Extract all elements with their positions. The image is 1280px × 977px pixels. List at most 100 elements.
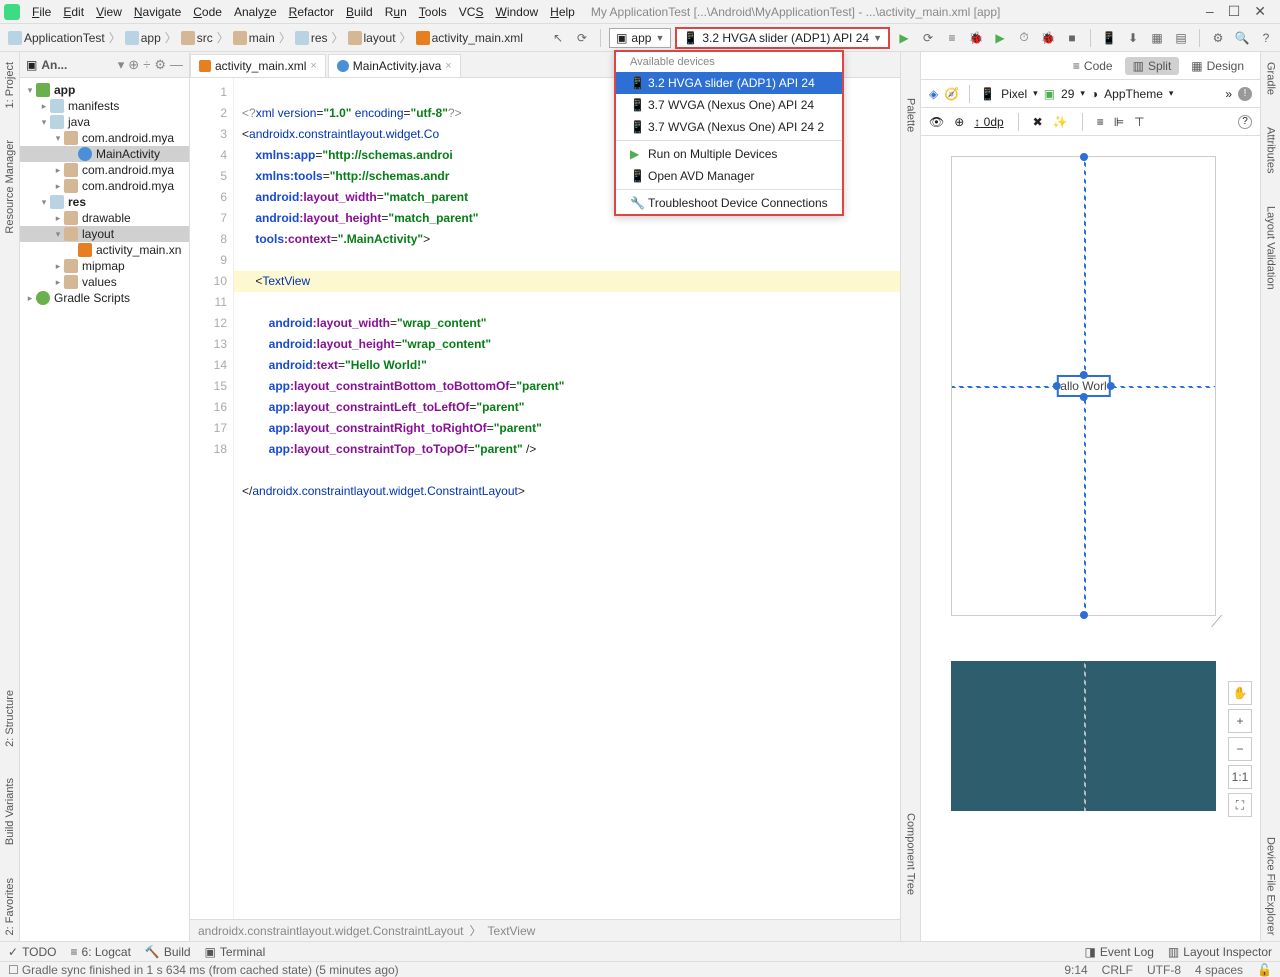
apply-changes-icon[interactable]: ⟳	[918, 28, 938, 48]
indent-setting[interactable]: 4 spaces	[1195, 963, 1243, 977]
help-icon[interactable]: ?	[1256, 28, 1276, 48]
todo-tab[interactable]: ✓TODO	[8, 945, 57, 959]
zoom-in-button[interactable]: +	[1228, 709, 1252, 733]
resource-manager-icon[interactable]: ▦	[1147, 28, 1167, 48]
target-icon[interactable]: ⊕	[128, 57, 139, 73]
locale-icon[interactable]: »	[1225, 87, 1232, 101]
zoom-out-button[interactable]: −	[1228, 737, 1252, 761]
infer-constraints-icon[interactable]: ✨	[1053, 115, 1068, 129]
menu-refactor[interactable]: Refactor	[283, 3, 340, 21]
orientation-icon[interactable]: 🧭	[944, 87, 959, 101]
warnings-icon[interactable]: !	[1238, 87, 1252, 101]
nav-back-icon[interactable]: ↖	[548, 28, 568, 48]
tool-structure[interactable]: 2: Structure	[2, 684, 18, 753]
tool-attributes[interactable]: Attributes	[1263, 121, 1279, 179]
tree-node[interactable]: MainActivity	[20, 146, 189, 162]
menu-code[interactable]: Code	[187, 3, 228, 21]
align-icon[interactable]: ⊫	[1114, 115, 1124, 129]
pack-icon[interactable]: ≡	[1097, 115, 1104, 129]
troubleshoot-connections[interactable]: 🔧Troubleshoot Device Connections	[616, 192, 842, 214]
clear-constraints-icon[interactable]: ✖	[1033, 115, 1043, 129]
tree-node[interactable]: ▾app	[20, 82, 189, 98]
menu-view[interactable]: View	[90, 3, 128, 21]
layout-preview[interactable]: allo Worl	[951, 156, 1216, 616]
line-separator[interactable]: CRLF	[1102, 963, 1133, 977]
zoom-fit-button[interactable]: 1:1	[1228, 765, 1252, 789]
run-icon[interactable]: ▶	[894, 28, 914, 48]
menu-file[interactable]: File	[26, 3, 57, 21]
stop-icon[interactable]: ■	[1062, 28, 1082, 48]
tool-favorites[interactable]: 2: Favorites	[2, 872, 18, 941]
tree-node[interactable]: ▸Gradle Scripts	[20, 290, 189, 306]
menu-analyze[interactable]: Analyze	[228, 3, 283, 21]
palette-tab[interactable]: Palette	[903, 92, 919, 138]
line-gutter[interactable]: 123456789101112131415161718	[190, 78, 234, 919]
open-avd-manager[interactable]: 📱Open AVD Manager	[616, 165, 842, 187]
device-option[interactable]: 📱3.7 WVGA (Nexus One) API 24 2	[616, 116, 842, 138]
attach-debugger-icon[interactable]: 🐞	[1038, 28, 1058, 48]
tool-layout-validation[interactable]: Layout Validation	[1263, 200, 1279, 296]
split-view-button[interactable]: ▥Split	[1125, 57, 1180, 75]
close-icon[interactable]: ×	[310, 60, 316, 72]
device-selector[interactable]: 📱 3.2 HVGA slider (ADP1) API 24 ▼	[675, 27, 890, 49]
device-selector-preview[interactable]: Pixel	[1001, 87, 1027, 101]
tool-gradle[interactable]: Gradle	[1263, 56, 1279, 101]
search-icon[interactable]: 🔍	[1232, 28, 1252, 48]
sdk-manager-icon[interactable]: ⬇	[1123, 28, 1143, 48]
layout-inspector-icon[interactable]: ▤	[1171, 28, 1191, 48]
build-tab[interactable]: 🔨Build	[145, 945, 191, 959]
device-option[interactable]: 📱3.2 HVGA slider (ADP1) API 24	[616, 72, 842, 94]
close-button[interactable]: ✕	[1254, 3, 1266, 20]
terminal-tab[interactable]: ▣Terminal	[205, 945, 266, 959]
menu-navigate[interactable]: Navigate	[128, 3, 187, 21]
settings-icon[interactable]: ⚙	[154, 57, 166, 73]
magnet-icon[interactable]: ⊕	[954, 115, 964, 129]
debug-icon[interactable]: 🐞	[966, 28, 986, 48]
api-selector[interactable]: 29	[1061, 87, 1074, 101]
menu-edit[interactable]: Edit	[57, 3, 90, 21]
layout-inspector-tab[interactable]: ▥Layout Inspector	[1168, 945, 1272, 959]
maximize-button[interactable]: ☐	[1228, 3, 1241, 20]
menu-tools[interactable]: Tools	[413, 3, 453, 21]
menu-build[interactable]: Build	[340, 3, 379, 21]
design-surface-icon[interactable]: ◈	[929, 87, 938, 101]
tool-resource-manager[interactable]: Resource Manager	[2, 134, 18, 240]
caret-position[interactable]: 9:14	[1064, 963, 1087, 977]
resize-handle-icon[interactable]: ⟋	[1211, 614, 1222, 632]
tree-node[interactable]: ▸values	[20, 274, 189, 290]
device-option[interactable]: 📱3.7 WVGA (Nexus One) API 24	[616, 94, 842, 116]
menu-window[interactable]: Window	[489, 3, 544, 21]
settings-icon[interactable]: ⚙	[1208, 28, 1228, 48]
expand-icon[interactable]: ÷	[143, 57, 150, 72]
design-surface[interactable]: allo Worl ⟋ ✋ + − 1:1 ⛶	[921, 136, 1260, 941]
hide-icon[interactable]: —	[170, 57, 183, 72]
tree-node[interactable]: ▸com.android.mya	[20, 162, 189, 178]
tool-device-file-explorer[interactable]: Device File Explorer	[1263, 831, 1279, 941]
coverage-icon[interactable]: ▶	[990, 28, 1010, 48]
breadcrumb[interactable]: ApplicationTest〉 app〉 src〉 main〉 res〉 la…	[4, 27, 527, 48]
file-tab-activity-main[interactable]: activity_main.xml×	[190, 54, 326, 77]
chevron-down-icon[interactable]: ▾	[118, 57, 125, 73]
default-margin[interactable]: ↕ 0dp	[974, 115, 1003, 129]
file-tab-main-activity[interactable]: MainActivity.java×	[328, 54, 461, 77]
blueprint-preview[interactable]	[951, 661, 1216, 811]
close-icon[interactable]: ×	[445, 60, 451, 72]
theme-selector[interactable]: AppTheme	[1104, 87, 1163, 101]
help-icon[interactable]: ?	[1238, 115, 1252, 129]
run-multiple-devices[interactable]: ▶Run on Multiple Devices	[616, 143, 842, 165]
view-options-icon[interactable]: 👁	[929, 115, 944, 129]
component-tree-tab[interactable]: Component Tree	[903, 807, 919, 901]
logcat-tab[interactable]: ≡6: Logcat	[71, 945, 131, 959]
minimize-button[interactable]: –	[1206, 3, 1214, 20]
apply-code-icon[interactable]: ≡	[942, 28, 962, 48]
tree-node[interactable]: ▸mipmap	[20, 258, 189, 274]
tree-node[interactable]: ▸drawable	[20, 210, 189, 226]
textview-preview[interactable]: allo Worl	[1056, 375, 1110, 397]
tree-node[interactable]: ▾com.android.mya	[20, 130, 189, 146]
module-selector[interactable]: ▣ app ▼	[609, 28, 671, 48]
design-view-button[interactable]: ▦Design	[1183, 57, 1252, 75]
readonly-icon[interactable]: 🔓	[1257, 963, 1272, 977]
menu-vcs[interactable]: VCS	[453, 3, 490, 21]
guideline-icon[interactable]: ⊤	[1134, 115, 1144, 129]
tree-node[interactable]: ▾java	[20, 114, 189, 130]
